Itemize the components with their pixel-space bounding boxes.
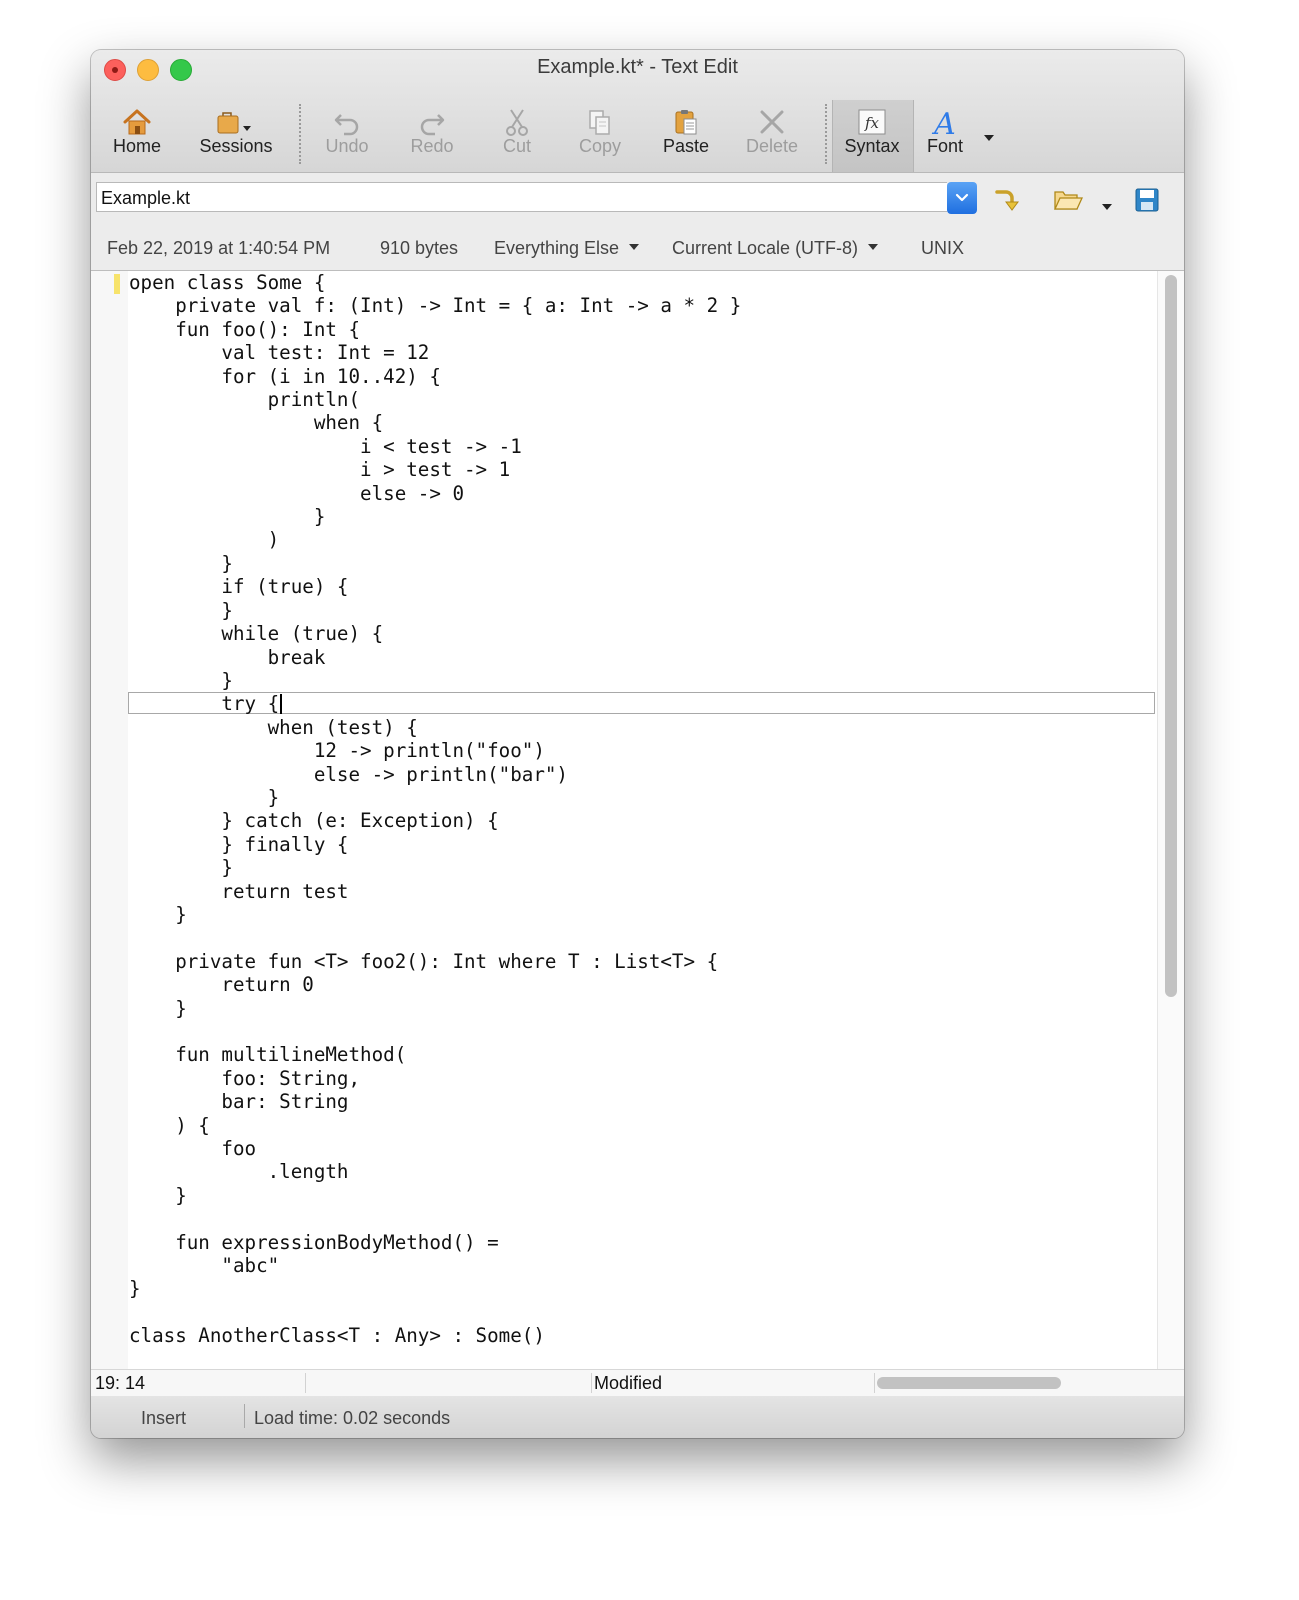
font-button[interactable]: A Font [914, 100, 976, 172]
toolbar-separator [825, 104, 827, 164]
editor-gutter [91, 271, 128, 1369]
chevron-down-icon [868, 244, 879, 251]
status-bar: Insert Load time: 0.02 seconds [91, 1396, 1184, 1438]
editor-window: Example.kt* - Text Edit Home Sessions Un… [91, 50, 1184, 1438]
paste-icon [650, 104, 722, 140]
status-divider [244, 1404, 245, 1428]
open-folder-icon[interactable] [1053, 187, 1084, 218]
modified-date: Feb 22, 2019 at 1:40:54 PM [107, 238, 331, 258]
syntax-label: Syntax [844, 136, 900, 156]
home-label: Home [112, 136, 161, 156]
change-marker [114, 274, 120, 294]
cut-label: Cut [502, 136, 531, 156]
vertical-scrollbar[interactable] [1157, 271, 1184, 1369]
undo-icon [311, 104, 383, 140]
copy-button[interactable]: Copy [564, 100, 636, 172]
syntax-mode-value: Everything Else [494, 238, 620, 258]
chevron-down-icon [955, 193, 969, 202]
cut-icon [481, 104, 553, 140]
undo-button[interactable]: Undo [311, 100, 383, 172]
redo-label: Redo [410, 136, 454, 156]
copy-icon [564, 104, 636, 140]
cut-button[interactable]: Cut [481, 100, 553, 172]
code-editor[interactable]: open class Some { private val f: (Int) -… [91, 271, 1157, 1369]
open-recent-chevron-down-icon[interactable] [1101, 199, 1113, 217]
home-button[interactable]: Home [101, 100, 173, 172]
syntax-button[interactable]: fx Syntax [832, 100, 912, 172]
encoding-select[interactable]: Current Locale (UTF-8) [672, 238, 879, 259]
toolbar-separator [299, 104, 301, 164]
insert-mode[interactable]: Insert [141, 1408, 186, 1429]
title-bar: Example.kt* - Text Edit Home Sessions Un… [91, 50, 1184, 173]
sessions-label: Sessions [199, 136, 273, 156]
syntax-fx-icon: fx [832, 104, 912, 140]
cursor-position: 19: 14 [95, 1373, 146, 1393]
path-bar: Example.kt [91, 173, 1184, 228]
status-divider [305, 1373, 306, 1393]
vertical-scroll-thumb[interactable] [1165, 275, 1177, 997]
paste-label: Paste [662, 136, 710, 156]
svg-text:A: A [931, 107, 956, 137]
toolbar: Home Sessions Undo Redo Cut Copy Paste D… [91, 100, 1184, 172]
sessions-button[interactable]: Sessions [191, 100, 281, 172]
undo-label: Undo [325, 136, 369, 156]
text-cursor [280, 694, 282, 714]
file-path-field[interactable]: Example.kt [96, 182, 947, 212]
document-state: Modified [594, 1373, 663, 1393]
encoding-value: Current Locale (UTF-8) [672, 238, 859, 258]
redo-button[interactable]: Redo [396, 100, 468, 172]
horizontal-scroll-thumb[interactable] [877, 1377, 1061, 1389]
font-label: Font [926, 136, 964, 156]
load-time: Load time: 0.02 seconds [254, 1408, 451, 1428]
status-divider [874, 1373, 875, 1393]
copy-label: Copy [578, 136, 622, 156]
status-divider [591, 1373, 592, 1393]
syntax-mode-select[interactable]: Everything Else [494, 238, 640, 259]
font-icon: A [914, 104, 976, 140]
delete-icon [736, 104, 808, 140]
chevron-down-icon [629, 244, 640, 251]
window-title: Example.kt* - Text Edit [537, 56, 738, 78]
redo-icon [396, 104, 468, 140]
paste-button[interactable]: Paste [650, 100, 722, 172]
toolbar-overflow-chevron-down-icon[interactable] [983, 130, 995, 148]
path-dropdown-button[interactable] [947, 182, 977, 214]
home-icon [101, 104, 173, 140]
save-icon[interactable] [1135, 188, 1159, 217]
editor-status-row: 19: 14 Modified [91, 1369, 1184, 1397]
code-text[interactable]: open class Some { private val f: (Int) -… [129, 271, 741, 1348]
file-size: 910 bytes [380, 238, 459, 258]
svg-text:fx: fx [864, 114, 880, 132]
sessions-icon [191, 104, 281, 140]
delete-button[interactable]: Delete [736, 100, 808, 172]
go-to-icon[interactable] [994, 187, 1022, 218]
file-info-bar: Feb 22, 2019 at 1:40:54 PM 910 bytes Eve… [91, 228, 1184, 271]
line-endings[interactable]: UNIX [921, 238, 964, 259]
delete-label: Delete [745, 136, 799, 156]
